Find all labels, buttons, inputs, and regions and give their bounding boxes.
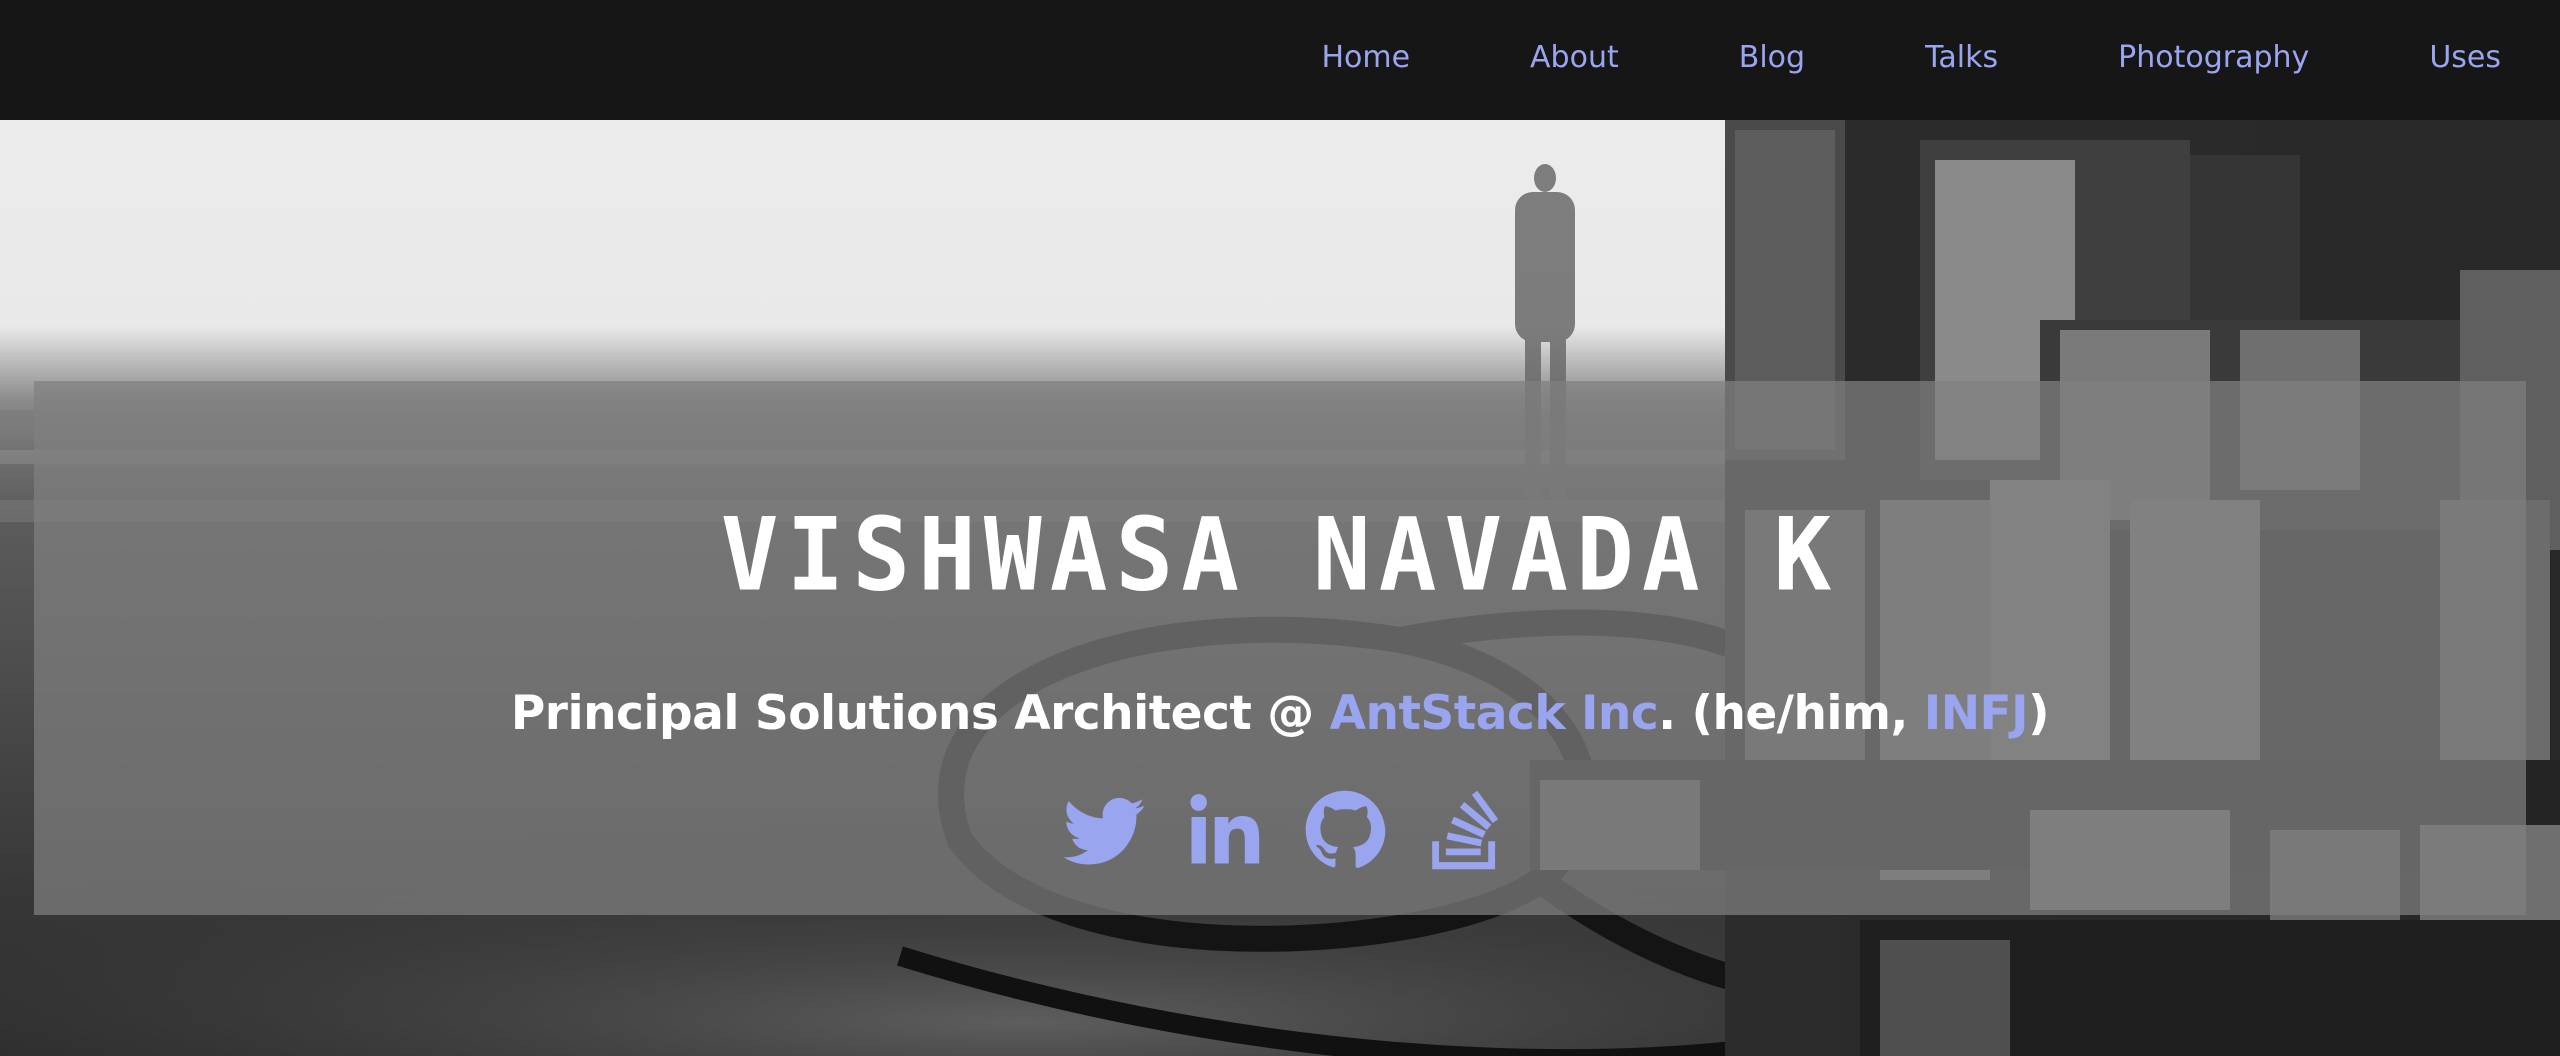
- nav-link-about[interactable]: About: [1530, 36, 1619, 80]
- subtitle-role: Principal Solutions Architect @: [510, 686, 1330, 741]
- nav-item-home: Home: [1321, 36, 1410, 80]
- nav-link-talks[interactable]: Talks: [1925, 36, 1998, 80]
- hero-subtitle: Principal Solutions Architect @ AntStack…: [34, 683, 2526, 745]
- nav-link-home[interactable]: Home: [1321, 36, 1410, 80]
- nav-item-talks: Talks: [1805, 36, 1998, 80]
- hero-section: VISHWASA NAVADA K Principal Solutions Ar…: [0, 120, 2560, 1056]
- twitter-icon: [1064, 797, 1145, 865]
- hero-name: VISHWASA NAVADA K: [720, 496, 1840, 614]
- linkedin-link[interactable]: [1184, 789, 1266, 871]
- nav-item-uses: Uses: [2309, 36, 2501, 80]
- subtitle-closing: ): [2028, 686, 2050, 741]
- nav-item-about: About: [1410, 36, 1619, 80]
- github-link[interactable]: [1304, 789, 1386, 871]
- personality-link[interactable]: INFJ: [1924, 686, 2029, 741]
- twitter-link[interactable]: [1064, 789, 1146, 871]
- stackoverflow-link[interactable]: [1424, 789, 1506, 871]
- nav-link-uses[interactable]: Uses: [2429, 36, 2501, 80]
- subtitle-separator: . (he/him,: [1658, 686, 1924, 741]
- github-icon: [1305, 790, 1386, 868]
- nav-link-photography[interactable]: Photography: [2118, 36, 2309, 80]
- nav-item-photography: Photography: [1998, 36, 2309, 80]
- nav-link-blog[interactable]: Blog: [1739, 36, 1805, 80]
- hero-overlay: VISHWASA NAVADA K Principal Solutions Ar…: [34, 381, 2526, 915]
- top-navbar: Home About Blog Talks Photography Uses: [0, 0, 2560, 120]
- social-links: [34, 789, 2526, 871]
- nav-item-blog: Blog: [1619, 36, 1805, 80]
- linkedin-icon: [1190, 794, 1260, 864]
- stackoverflow-icon: [1432, 790, 1499, 870]
- company-link[interactable]: AntStack Inc: [1330, 686, 1659, 741]
- nav-menu: Home About Blog Talks Photography Uses: [1321, 36, 2501, 80]
